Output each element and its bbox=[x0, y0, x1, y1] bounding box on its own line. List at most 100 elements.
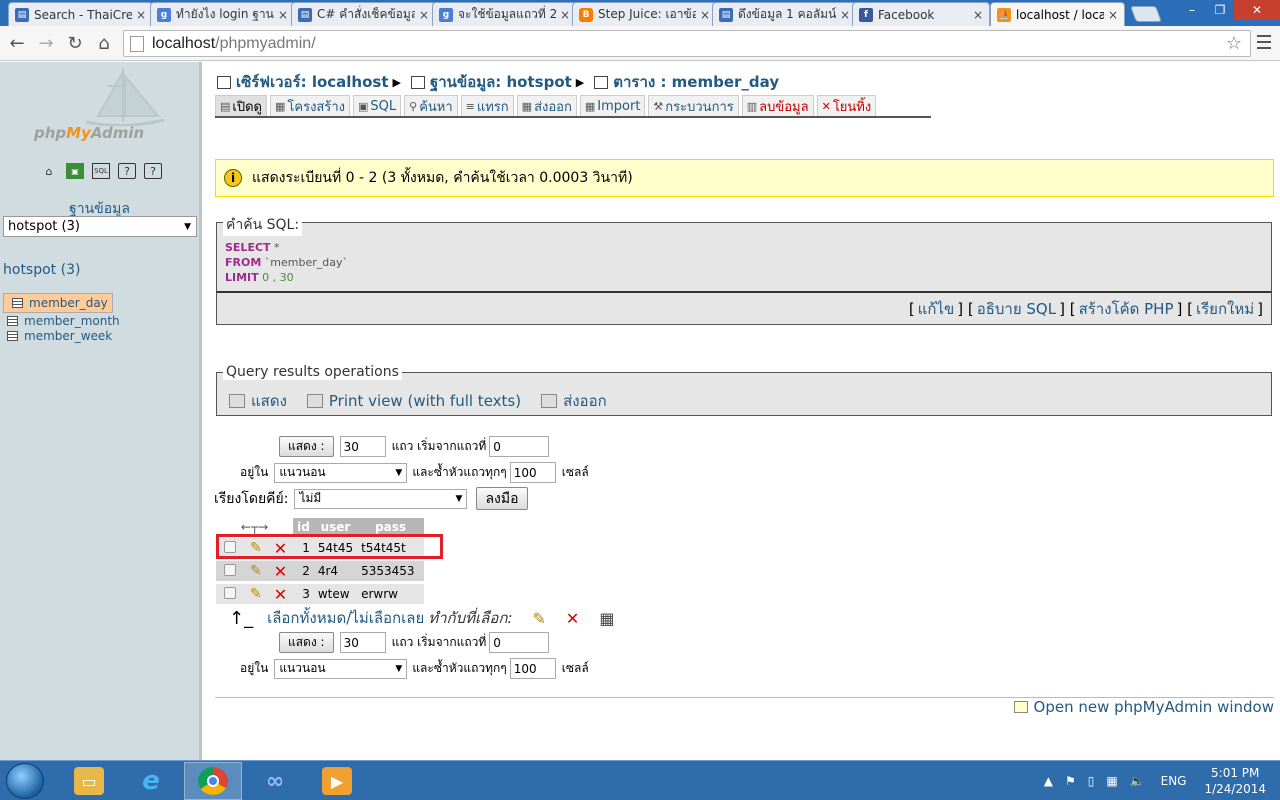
phpmyadmin-logo[interactable]: phpMyAdmin bbox=[34, 124, 144, 142]
home-icon[interactable]: ⌂ bbox=[40, 163, 58, 179]
taskbar-media-player[interactable]: ▶ bbox=[308, 762, 366, 800]
start-button[interactable] bbox=[6, 763, 44, 799]
tray-expand-icon[interactable]: ▲ bbox=[1044, 774, 1053, 788]
row-checkbox[interactable] bbox=[224, 586, 236, 599]
flag-icon[interactable]: ⚑ bbox=[1065, 774, 1076, 788]
tab-insert[interactable]: ≡ แทรก bbox=[460, 95, 514, 116]
go-button[interactable]: ลงมือ bbox=[476, 487, 528, 510]
maximize-icon[interactable]: ❐ bbox=[1206, 0, 1234, 20]
table-item-member-month[interactable]: member_month bbox=[3, 313, 197, 328]
start-row-input[interactable]: 0 bbox=[489, 436, 550, 457]
print-view-link[interactable]: แสดง bbox=[229, 389, 287, 413]
edit-pencil-icon[interactable]: ✎ bbox=[250, 586, 262, 602]
language-indicator[interactable]: ENG bbox=[1161, 774, 1187, 788]
clock[interactable]: 5:01 PM 1/24/2014 bbox=[1204, 765, 1266, 797]
reload-icon[interactable]: ↻ bbox=[64, 32, 86, 54]
forward-icon[interactable]: → bbox=[35, 32, 57, 54]
table-item-member-week[interactable]: member_week bbox=[3, 328, 197, 343]
display-mode-select[interactable]: แนวนอน ▼ bbox=[274, 658, 408, 679]
nav-row-top: แสดง : 30 แถว เริ่มจากแถวที่ 0 bbox=[279, 436, 550, 457]
browser-tab[interactable]: B Step Juice: เอาข้อ × bbox=[572, 2, 717, 26]
table-item-member-day[interactable]: member_day bbox=[3, 293, 113, 313]
print-view-full-link[interactable]: Print view (with full texts) bbox=[306, 392, 521, 410]
tab-import[interactable]: ▦ Import bbox=[579, 95, 646, 116]
tab-operations[interactable]: ⚒ กระบวนการ bbox=[648, 95, 739, 116]
breadcrumb-table[interactable]: ตาราง : member_day bbox=[613, 70, 779, 94]
check-all-link[interactable]: เลือกทั้งหมด bbox=[267, 606, 346, 630]
taskbar-explorer[interactable]: ▭ bbox=[60, 762, 118, 800]
column-header-user[interactable]: user bbox=[313, 518, 358, 535]
display-mode-select[interactable]: แนวนอน ▼ bbox=[274, 462, 408, 483]
tab-search[interactable]: ⚲ ค้นหา bbox=[404, 95, 458, 116]
address-bar[interactable]: localhost/phpmyadmin/ ☆ bbox=[123, 30, 1251, 57]
close-icon[interactable]: × bbox=[840, 8, 850, 22]
tab-drop[interactable]: ✕ โยนทิ้ง bbox=[816, 95, 877, 116]
browser-tab[interactable]: g ทำยังไง login ฐาน × bbox=[150, 2, 295, 26]
edit-pencil-icon[interactable]: ✎ bbox=[250, 563, 262, 579]
database-title-link[interactable]: hotspot (3) bbox=[3, 262, 80, 278]
column-resize-icon[interactable]: ←┬→ bbox=[216, 518, 294, 535]
network-icon[interactable]: ▦ bbox=[1106, 774, 1117, 788]
column-header-pass[interactable]: pass bbox=[357, 518, 425, 535]
rows-input[interactable]: 30 bbox=[339, 436, 386, 457]
database-select[interactable]: hotspot (3) ▼ bbox=[3, 216, 197, 237]
export-icon[interactable]: ▦ bbox=[599, 609, 614, 628]
repeat-headers-input[interactable]: 100 bbox=[509, 658, 556, 679]
battery-icon[interactable]: ▯ bbox=[1088, 774, 1095, 788]
mysql-docs-icon[interactable]: ? bbox=[144, 163, 162, 179]
browser-tab-active[interactable]: ⛵ localhost / local × bbox=[990, 2, 1125, 26]
logout-icon[interactable]: ▣ bbox=[66, 163, 84, 179]
close-icon[interactable]: × bbox=[560, 8, 570, 22]
browser-tab[interactable]: ▤ C# คำสั่งเช็คข้อมูล × bbox=[291, 2, 436, 26]
breadcrumb-server[interactable]: เซิร์ฟเวอร์: localhost bbox=[236, 70, 389, 94]
taskbar-ie[interactable]: e bbox=[122, 762, 180, 800]
breadcrumb-database[interactable]: ฐานข้อมูล: hotspot bbox=[430, 70, 572, 94]
volume-icon[interactable]: 🔈 bbox=[1130, 774, 1145, 788]
back-icon[interactable]: ← bbox=[6, 32, 28, 54]
repeat-headers-input[interactable]: 100 bbox=[509, 462, 556, 483]
new-tab-button[interactable] bbox=[1130, 6, 1162, 22]
close-icon[interactable]: × bbox=[136, 8, 146, 22]
rows-input[interactable]: 30 bbox=[339, 632, 386, 653]
show-button[interactable]: แสดง : bbox=[279, 436, 334, 457]
uncheck-all-link[interactable]: ไม่เลือกเลย bbox=[351, 606, 424, 630]
bookmark-star-icon[interactable]: ☆ bbox=[1226, 33, 1242, 54]
browser-tab[interactable]: ▤ ดึงข้อมูล 1 คอลัมน์ × bbox=[712, 2, 857, 26]
start-row-input[interactable]: 0 bbox=[489, 632, 550, 653]
open-new-window-link[interactable]: Open new phpMyAdmin window bbox=[1013, 698, 1274, 716]
documentation-icon[interactable]: ? bbox=[118, 163, 136, 179]
close-icon[interactable]: × bbox=[973, 8, 983, 22]
close-icon[interactable]: × bbox=[700, 8, 710, 22]
home-icon[interactable]: ⌂ bbox=[93, 32, 115, 54]
taskbar-chrome[interactable] bbox=[184, 762, 242, 800]
edit-sql-link[interactable]: แก้ไข bbox=[918, 297, 955, 321]
minimize-icon[interactable]: – bbox=[1178, 0, 1206, 20]
close-icon[interactable]: × bbox=[278, 8, 288, 22]
create-php-code-link[interactable]: สร้างโค้ด PHP bbox=[1079, 297, 1174, 321]
delete-x-icon[interactable]: ✕ bbox=[274, 585, 287, 604]
tab-sql[interactable]: ▣ SQL bbox=[352, 95, 402, 116]
close-icon[interactable]: × bbox=[419, 8, 429, 22]
query-window-icon[interactable]: SQL bbox=[92, 163, 110, 179]
delete-x-icon[interactable]: ✕ bbox=[566, 609, 579, 628]
explain-sql-link[interactable]: อธิบาย SQL bbox=[977, 297, 1056, 321]
tab-structure[interactable]: ▦ โครงสร้าง bbox=[270, 95, 350, 116]
export-link[interactable]: ส่งออก bbox=[541, 389, 607, 413]
row-checkbox[interactable] bbox=[224, 563, 236, 576]
browser-tab[interactable]: f Facebook × bbox=[852, 2, 990, 26]
chrome-menu-icon[interactable] bbox=[1257, 35, 1271, 49]
sort-key-select[interactable]: ไม่มี ▼ bbox=[294, 488, 468, 509]
tab-browse[interactable]: ▤ เปิดดู bbox=[215, 95, 267, 116]
close-window-icon[interactable]: ✕ bbox=[1234, 0, 1280, 20]
refresh-link[interactable]: เรียกใหม่ bbox=[1196, 297, 1254, 321]
show-button[interactable]: แสดง : bbox=[279, 632, 334, 653]
browser-tab[interactable]: g จะใช้ข้อมูลแถวที่ 2 × bbox=[432, 2, 577, 26]
close-icon[interactable]: × bbox=[1108, 8, 1118, 22]
taskbar-visual-studio[interactable]: ∞ bbox=[246, 762, 304, 800]
edit-pencil-icon[interactable]: ✎ bbox=[533, 609, 546, 628]
tab-export[interactable]: ▦ ส่งออก bbox=[516, 95, 577, 116]
browser-tab[interactable]: ▤ Search - ThaiCre × bbox=[8, 2, 153, 26]
tab-empty[interactable]: ▥ ลบข้อมูล bbox=[741, 95, 814, 116]
delete-x-icon[interactable]: ✕ bbox=[274, 562, 287, 581]
column-header-id[interactable]: id bbox=[293, 518, 314, 535]
